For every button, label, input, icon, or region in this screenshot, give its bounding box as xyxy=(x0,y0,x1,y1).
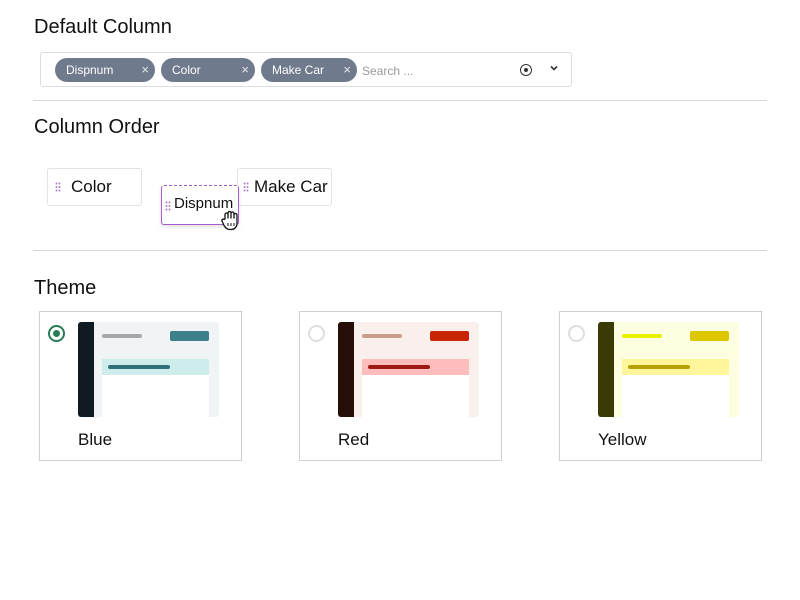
theme-radio-red[interactable] xyxy=(308,325,325,342)
chevron-down-icon[interactable] xyxy=(549,63,559,73)
theme-radio-yellow[interactable] xyxy=(568,325,585,342)
column-order-item-color[interactable]: Color xyxy=(47,168,142,206)
chip-remove-icon[interactable]: × xyxy=(241,58,249,82)
theme-card-yellow[interactable]: Yellow xyxy=(559,311,762,461)
theme-preview-blue xyxy=(78,322,219,417)
default-column-multiselect[interactable]: Dispnum × Color × Make Car × xyxy=(40,52,572,87)
drag-handle-icon[interactable] xyxy=(165,201,171,211)
theme-card-blue[interactable]: Blue xyxy=(39,311,242,461)
chip-make-car: Make Car × xyxy=(261,58,357,82)
clear-icon[interactable] xyxy=(520,64,532,76)
theme-preview-yellow xyxy=(598,322,739,417)
chip-label: Make Car xyxy=(272,63,325,77)
chip-remove-icon[interactable]: × xyxy=(343,58,351,82)
divider xyxy=(33,100,767,101)
chip-label: Color xyxy=(172,63,201,77)
column-order-item-make-car[interactable]: Make Car xyxy=(237,168,332,206)
theme-title: Theme xyxy=(34,277,97,299)
column-order-label: Make Car xyxy=(254,177,328,196)
column-order-title: Column Order xyxy=(34,116,160,138)
theme-preview-red xyxy=(338,322,479,417)
default-column-title: Default Column xyxy=(34,16,172,38)
column-order-label: Color xyxy=(71,177,112,196)
chip-color: Color × xyxy=(161,58,255,82)
chip-remove-icon[interactable]: × xyxy=(141,58,149,82)
drag-handle-icon[interactable] xyxy=(55,182,61,192)
search-input[interactable] xyxy=(362,61,502,81)
drag-handle-icon[interactable] xyxy=(243,182,249,192)
divider xyxy=(33,250,767,251)
chip-dispnum: Dispnum × xyxy=(55,58,155,82)
theme-name: Blue xyxy=(78,430,113,449)
theme-name: Yellow xyxy=(598,430,647,449)
theme-name: Red xyxy=(338,430,370,449)
hand-cursor-icon xyxy=(221,210,238,231)
theme-card-red[interactable]: Red xyxy=(299,311,502,461)
theme-radio-blue[interactable] xyxy=(48,325,65,342)
chip-label: Dispnum xyxy=(66,63,114,77)
